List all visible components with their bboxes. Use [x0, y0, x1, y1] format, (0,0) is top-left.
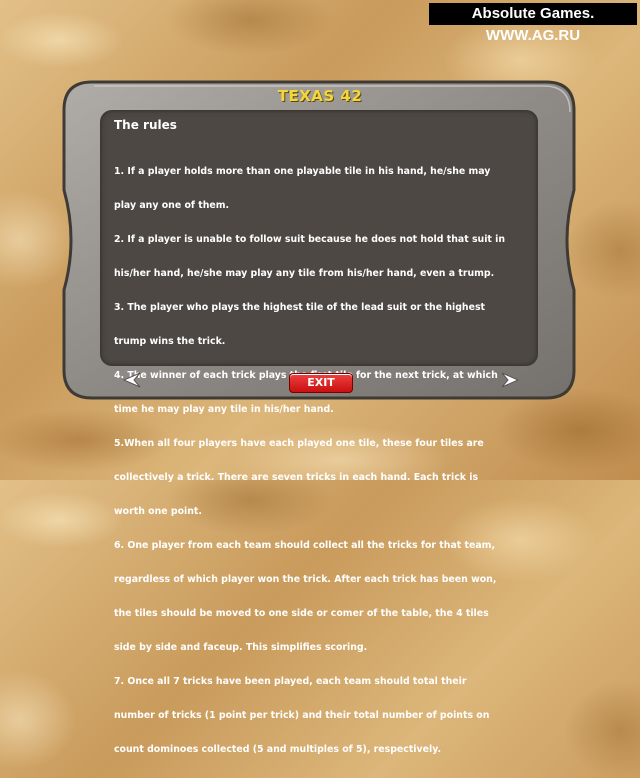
- rules-line: his/her hand, he/she may play any tile f…: [114, 267, 495, 279]
- rules-line: side by side and faceup. This simplifies…: [114, 642, 368, 654]
- rules-line: regardless of which player won the trick…: [114, 574, 497, 586]
- rules-line: play any one of them.: [114, 199, 230, 211]
- next-page-button[interactable]: [500, 371, 522, 389]
- watermark: Absolute Games. WWW.AG.RU: [429, 3, 637, 44]
- rules-text-box: The rules 1. If a player holds more than…: [100, 110, 538, 755]
- arrow-left-icon: [122, 372, 141, 388]
- game-title: TEXAS 42: [277, 87, 363, 105]
- rules-line: 2. If a player is unable to follow suit …: [114, 233, 506, 245]
- rules-line: 6. One player from each team should coll…: [114, 540, 496, 552]
- rules-line: time he may play any tile in his/her han…: [114, 403, 334, 415]
- rules-body: 1. If a player holds more than one playa…: [114, 143, 532, 778]
- previous-page-button[interactable]: [120, 371, 142, 389]
- rules-line: 3. The player who plays the highest tile…: [114, 301, 486, 313]
- rules-line: 5.When all four players have each played…: [114, 437, 484, 449]
- arrow-right-icon: [501, 372, 520, 388]
- exit-button[interactable]: EXIT: [289, 373, 353, 393]
- rules-line: the tiles should be moved to one side or…: [114, 608, 489, 620]
- rules-line: trump wins the trick.: [114, 335, 226, 347]
- rules-line: 1. If a player holds more than one playa…: [114, 165, 491, 177]
- rules-heading: The rules: [114, 118, 177, 132]
- rules-line: worth one point.: [114, 506, 202, 517]
- rules-line: collectively a trick. There are seven tr…: [114, 471, 479, 483]
- rules-line: count dominoes collected (5 and multiple…: [114, 744, 442, 756]
- rules-line: number of tricks (1 point per trick) and…: [114, 710, 490, 722]
- rules-line: 7. Once all 7 tricks have been played, e…: [114, 676, 467, 688]
